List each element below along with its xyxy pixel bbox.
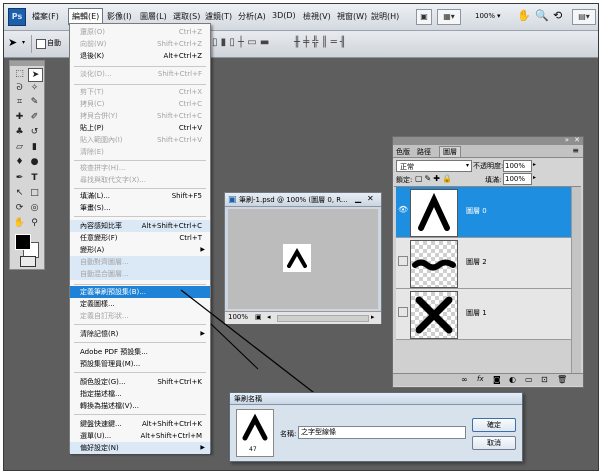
brush-name-dialog: 筆刷名稱 47 名稱: 之字型線條 確定 取消 bbox=[229, 392, 523, 462]
foreground-swatch[interactable] bbox=[15, 234, 31, 250]
dialog-title: 筆刷名稱 bbox=[234, 395, 262, 403]
dialog-titlebar[interactable]: 筆刷名稱 bbox=[230, 393, 522, 405]
name-label: 名稱: bbox=[280, 430, 297, 438]
cancel-button[interactable]: 取消 bbox=[472, 436, 516, 450]
brush-preview-shape bbox=[242, 413, 268, 441]
brush-preview: 47 bbox=[236, 409, 274, 457]
brush-size: 47 bbox=[249, 446, 257, 453]
brush-name-input[interactable]: 之字型線條 bbox=[298, 426, 466, 439]
photoshop-window: Ps 檔案(F) 編輯(E) 影像(I) 圖層(L) 選取(S) 濾鏡(T) 分… bbox=[3, 3, 599, 471]
ok-button[interactable]: 確定 bbox=[472, 418, 516, 432]
